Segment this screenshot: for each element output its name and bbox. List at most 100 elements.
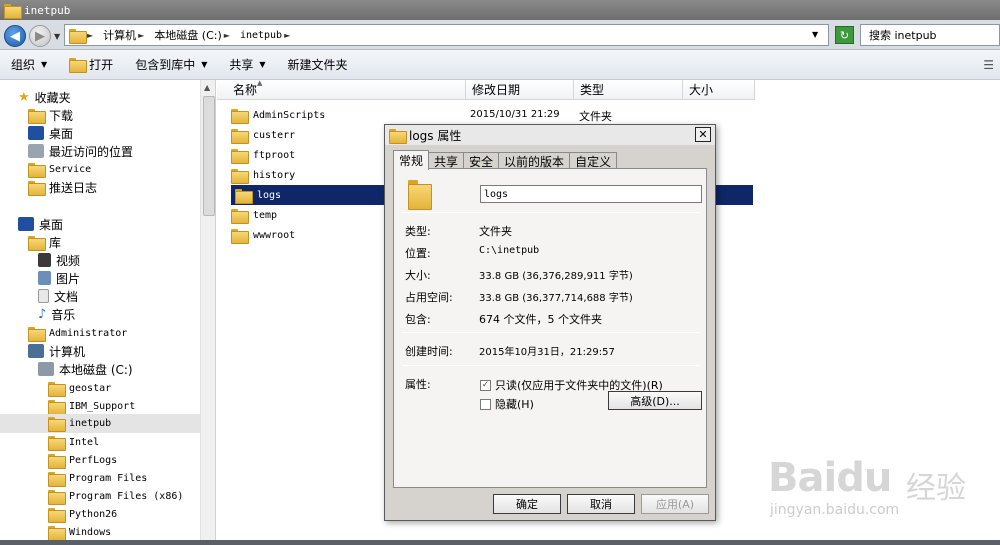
column-header-type[interactable]: 类型 xyxy=(574,80,683,100)
nav-program-files[interactable]: Program Files xyxy=(48,469,147,487)
address-dropdown-icon[interactable]: ▼ xyxy=(812,30,818,39)
nav-service[interactable]: Service xyxy=(28,160,91,178)
nav-music[interactable]: ♪ 音乐 xyxy=(38,305,75,323)
nav-program-files-x86[interactable]: Program Files (x86) xyxy=(48,487,183,505)
file-type: 文件夹 xyxy=(579,110,612,123)
open-button[interactable]: 打开 xyxy=(58,50,124,79)
search-input[interactable]: 搜索 inetpub xyxy=(860,24,1000,46)
chevron-down-icon: ▼ xyxy=(259,60,266,69)
new-folder-button[interactable]: 新建文件夹 xyxy=(277,50,359,79)
back-button[interactable]: ◀ xyxy=(4,25,26,47)
nav-videos[interactable]: 视频 xyxy=(38,251,80,269)
share-button[interactable]: 共享 ▼ xyxy=(218,50,276,79)
pictures-icon xyxy=(38,271,51,285)
folder-icon xyxy=(231,108,249,124)
nav-administrator[interactable]: Administrator xyxy=(28,324,127,342)
navigation-pane: ★ 收藏夹 下载 桌面 最近访问的位置 Service 推送日志 桌面 库 视频 … xyxy=(0,80,216,545)
location-label: 位置: xyxy=(405,247,431,260)
size-value: 33.8 GB (36,376,289,911 字节) xyxy=(479,271,633,282)
ok-button[interactable]: 确定 xyxy=(493,494,561,514)
nav-computer[interactable]: 计算机 xyxy=(28,342,85,360)
nav-libraries[interactable]: 库 xyxy=(28,233,61,251)
contains-value: 674 个文件，5 个文件夹 xyxy=(479,313,602,326)
drive-icon xyxy=(38,362,54,376)
nav-intel[interactable]: Intel xyxy=(48,433,99,451)
window-title: inetpub xyxy=(24,3,71,17)
checkbox-empty xyxy=(480,398,491,410)
chevron-right-icon: ► xyxy=(87,30,94,40)
hidden-checkbox[interactable]: 隐藏(H) xyxy=(480,396,534,412)
size-label: 大小: xyxy=(405,269,431,282)
nav-inetpub[interactable]: inetpub xyxy=(0,414,200,433)
watermark-logo-text: 经验 xyxy=(906,471,966,506)
nav-perflogs[interactable]: PerfLogs xyxy=(48,451,117,469)
folder-icon xyxy=(48,489,66,505)
forward-button[interactable]: ▶ xyxy=(29,25,51,47)
arrow-right-icon: ▶ xyxy=(35,28,45,44)
arrow-left-icon: ◀ xyxy=(10,28,20,44)
advanced-button[interactable]: 高级(D)... xyxy=(608,391,702,410)
column-header-date[interactable]: 修改日期 xyxy=(466,80,574,100)
video-icon xyxy=(38,253,51,267)
cancel-button[interactable]: 取消 xyxy=(567,494,635,514)
folder-icon xyxy=(28,162,46,178)
scrollbar-thumb[interactable] xyxy=(203,96,215,216)
column-header-size[interactable]: 大小 xyxy=(683,80,755,100)
nav-push-log[interactable]: 推送日志 xyxy=(28,178,97,196)
nav-scrollbar[interactable]: ▲ xyxy=(200,80,215,545)
nav-recent-places[interactable]: 最近访问的位置 xyxy=(28,142,133,160)
file-row-temp[interactable]: temp xyxy=(231,205,277,225)
nav-ibm-support[interactable]: IBM_Support xyxy=(48,397,135,415)
contains-label: 包含: xyxy=(405,313,431,326)
folder-icon xyxy=(48,417,66,432)
nav-python26[interactable]: Python26 xyxy=(48,505,117,523)
checkmark-icon: ✓ xyxy=(480,379,491,391)
watermark-url: jingyan.baidu.com xyxy=(770,502,900,518)
tab-general[interactable]: 常规 xyxy=(393,150,430,170)
locked-folder-icon xyxy=(231,168,249,184)
nav-geostar[interactable]: geostar xyxy=(48,379,111,397)
status-bar-edge xyxy=(0,540,1000,545)
breadcrumb-local-disk[interactable]: 本地磁盘 (C:) ► xyxy=(154,27,234,43)
file-row-wwwroot[interactable]: wwwroot xyxy=(231,225,295,245)
breadcrumb-computer[interactable]: 计算机 ► xyxy=(103,27,148,43)
divider xyxy=(402,212,700,213)
address-input[interactable]: ► 计算机 ► 本地磁盘 (C:) ► inetpub ► xyxy=(64,24,829,46)
dialog-close-button[interactable]: ✕ xyxy=(695,127,711,142)
type-value: 文件夹 xyxy=(479,225,512,238)
nav-desktop[interactable]: 桌面 xyxy=(18,215,63,233)
nav-desktop-fav[interactable]: 桌面 xyxy=(28,124,73,142)
folder-icon xyxy=(48,381,66,397)
file-row-history[interactable]: history xyxy=(231,165,295,185)
nav-local-disk[interactable]: 本地磁盘 (C:) xyxy=(38,360,133,378)
dialog-title: logs 属性 xyxy=(409,128,462,143)
file-row-ftproot[interactable]: ftproot xyxy=(231,145,295,165)
nav-windows[interactable]: Windows xyxy=(48,523,111,541)
apply-button[interactable]: 应用(A) xyxy=(641,494,709,514)
file-row-adminscripts[interactable]: AdminScripts xyxy=(231,105,325,125)
file-row-custerr[interactable]: custerr xyxy=(231,125,295,145)
folder-icon xyxy=(389,128,407,144)
view-options-icon[interactable]: ☰ xyxy=(983,58,994,72)
chevron-right-icon: ► xyxy=(223,30,230,40)
include-in-library-button[interactable]: 包含到库中 ▼ xyxy=(124,50,218,79)
scroll-up-icon[interactable]: ▲ xyxy=(204,83,210,92)
folder-icon xyxy=(231,148,249,164)
attributes-label: 属性: xyxy=(405,378,431,391)
recent-pages-dropdown-icon[interactable]: ▼ xyxy=(54,32,60,41)
nav-documents[interactable]: 文档 xyxy=(38,287,78,305)
folder-name-input[interactable]: logs xyxy=(480,185,702,203)
column-header-name[interactable]: ▲ 名称 xyxy=(217,79,466,100)
size-on-disk-label: 占用空间: xyxy=(405,291,453,304)
refresh-button[interactable]: ↻ xyxy=(835,26,854,44)
organize-button[interactable]: 组织 ▼ xyxy=(0,50,58,79)
general-panel: logs 类型: 文件夹 位置: C:\inetpub 大小: 33.8 GB … xyxy=(393,168,707,488)
breadcrumb-inetpub[interactable]: inetpub ► xyxy=(240,30,294,41)
file-date: 2015/10/31 21:29 xyxy=(470,109,560,120)
nav-favorites[interactable]: ★ 收藏夹 xyxy=(18,88,71,106)
nav-downloads[interactable]: 下载 xyxy=(28,106,73,124)
window-titlebar: inetpub xyxy=(0,0,1000,20)
folder-icon xyxy=(48,525,66,541)
nav-pictures[interactable]: 图片 xyxy=(38,269,80,287)
library-icon xyxy=(28,235,46,251)
